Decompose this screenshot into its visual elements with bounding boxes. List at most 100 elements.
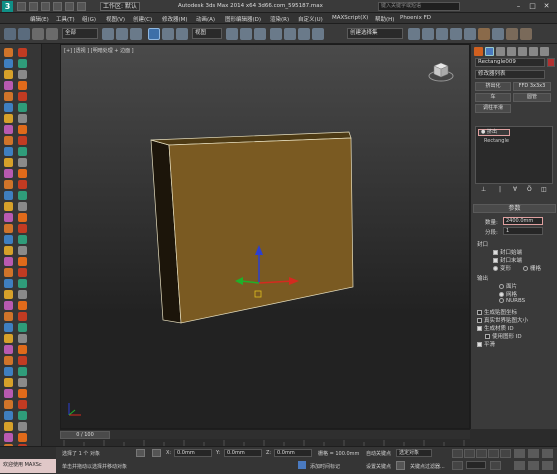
menu-edit[interactable]: 编辑(E) (30, 15, 49, 23)
modifier-list-dropdown[interactable]: 修改器列表 (475, 70, 545, 79)
ffd-button[interactable]: FFD 3x3x3 (513, 82, 551, 91)
workspace-dropdown[interactable]: 工作区: 默认 (100, 2, 140, 11)
lathe-button[interactable]: 圆管 (513, 93, 551, 102)
left-toolbar-tool-icon[interactable] (4, 235, 13, 244)
left-toolbar-tool-icon[interactable] (4, 103, 13, 112)
left-toolbar-tool-icon[interactable] (4, 268, 13, 277)
z-coord-field[interactable]: 0.0mm (274, 449, 312, 457)
align-icon[interactable] (422, 28, 434, 40)
cap-end-checkbox[interactable]: 封口末端 (493, 256, 522, 264)
segments-input[interactable]: 1 (503, 227, 543, 235)
viewcube-icon[interactable] (428, 58, 454, 84)
left-toolbar-tool-icon[interactable] (18, 169, 27, 178)
left-toolbar-tool-icon[interactable] (18, 125, 27, 134)
object-color-swatch[interactable] (547, 58, 555, 67)
extra-tab-icon[interactable] (540, 47, 549, 56)
create-tab-icon[interactable] (474, 47, 483, 56)
left-toolbar-tool-icon[interactable] (18, 290, 27, 299)
snap-toggle-icon[interactable] (270, 28, 282, 40)
motion-tab-icon[interactable] (507, 47, 516, 56)
left-toolbar-tool-icon[interactable] (4, 81, 13, 90)
link-icon[interactable] (32, 28, 44, 40)
menu-animation[interactable]: 动画(A) (196, 15, 215, 23)
search-input[interactable]: 键入关键字或短语 (378, 2, 460, 11)
perspective-viewport[interactable]: [+] [透视 ] [明暗处理 + 边面 ] (60, 44, 470, 429)
left-toolbar-tool-icon[interactable] (4, 114, 13, 123)
zoom-all-icon[interactable] (528, 449, 539, 458)
left-toolbar-tool-icon[interactable] (4, 345, 13, 354)
schematic-view-icon[interactable] (464, 28, 476, 40)
app-logo-icon[interactable]: 3 (2, 1, 13, 12)
undo-toolbar-icon[interactable] (4, 28, 16, 40)
left-toolbar-tool-icon[interactable] (18, 70, 27, 79)
left-toolbar-tool-icon[interactable] (18, 334, 27, 343)
add-time-tag[interactable]: 添加时间标记 (310, 463, 340, 470)
left-toolbar-tool-icon[interactable] (4, 59, 13, 68)
left-toolbar-tool-icon[interactable] (18, 180, 27, 189)
display-tab-icon[interactable] (518, 47, 527, 56)
mini-listener-top[interactable] (0, 447, 56, 459)
left-toolbar-tool-icon[interactable] (18, 48, 27, 57)
left-toolbar-tool-icon[interactable] (4, 169, 13, 178)
left-toolbar-tool-icon[interactable] (4, 433, 13, 442)
current-frame-field[interactable] (466, 461, 486, 469)
left-toolbar-tool-icon[interactable] (4, 158, 13, 167)
show-end-result-icon[interactable]: | (499, 186, 501, 193)
left-toolbar-tool-icon[interactable] (18, 136, 27, 145)
selected-objects-dropdown[interactable]: 选定对象 (396, 449, 432, 457)
redo-icon[interactable] (65, 2, 74, 11)
stack-item-rectangle[interactable]: Rectangle (484, 138, 509, 144)
left-toolbar-tool-icon[interactable] (18, 356, 27, 365)
hierarchy-tab-icon[interactable] (496, 47, 505, 56)
reference-coordinate-dropdown[interactable]: 视图 (192, 28, 222, 39)
left-toolbar-tool-icon[interactable] (18, 158, 27, 167)
redo-toolbar-icon[interactable] (18, 28, 30, 40)
left-toolbar-tool-icon[interactable] (4, 301, 13, 310)
render-setup-icon[interactable] (492, 28, 504, 40)
left-toolbar-tool-icon[interactable] (18, 367, 27, 376)
zoom-icon[interactable] (514, 449, 525, 458)
menu-modifiers[interactable]: 修改器(M) (162, 15, 188, 23)
use-shape-ids-checkbox[interactable]: 使用图形 ID (485, 332, 522, 340)
fov-icon[interactable] (514, 461, 525, 470)
left-toolbar-tool-icon[interactable] (4, 279, 13, 288)
curve-editor-icon[interactable] (450, 28, 462, 40)
left-toolbar-tool-icon[interactable] (4, 334, 13, 343)
left-toolbar-tool-icon[interactable] (4, 312, 13, 321)
select-by-name-icon[interactable] (116, 28, 128, 40)
left-toolbar-tool-icon[interactable] (18, 268, 27, 277)
left-toolbar-tool-icon[interactable] (4, 411, 13, 420)
left-toolbar-tool-icon[interactable] (4, 191, 13, 200)
menu-phoenix-fd[interactable]: Phoenix FD (400, 15, 431, 21)
left-toolbar-tool-icon[interactable] (18, 191, 27, 200)
time-tag-icon[interactable] (298, 461, 306, 469)
left-toolbar-tool-icon[interactable] (18, 235, 27, 244)
play-icon[interactable] (476, 449, 487, 458)
rotate-tool-icon[interactable] (162, 28, 174, 40)
selection-filter-dropdown[interactable]: 全部 (62, 28, 98, 39)
left-toolbar-tool-icon[interactable] (18, 400, 27, 409)
percent-snap-icon[interactable] (298, 28, 310, 40)
x-coord-field[interactable]: 0.0mm (174, 449, 212, 457)
left-toolbar-tool-icon[interactable] (4, 180, 13, 189)
object-name-field[interactable]: Rectangle009 (475, 58, 545, 67)
new-file-icon[interactable] (17, 2, 26, 11)
left-toolbar-tool-icon[interactable] (18, 312, 27, 321)
left-toolbar-tool-icon[interactable] (18, 301, 27, 310)
orbit-icon[interactable] (542, 461, 553, 470)
menu-rendering[interactable]: 渲染(R) (270, 15, 289, 23)
material-editor-icon[interactable] (478, 28, 490, 40)
gen-mat-ids-checkbox[interactable]: 生成材质 ID (477, 324, 514, 332)
key-filters-button[interactable]: 关键点过滤器... (410, 463, 445, 470)
morph-radio[interactable]: 变形 (493, 264, 511, 272)
save-file-icon[interactable] (41, 2, 50, 11)
left-toolbar-tool-icon[interactable] (18, 224, 27, 233)
left-toolbar-tool-icon[interactable] (4, 323, 13, 332)
time-slider-thumb[interactable]: 0 / 100 (60, 431, 110, 439)
maxscript-listener[interactable]: 欢迎使用 MAXSc (0, 459, 56, 473)
spinner-snap-icon[interactable] (312, 28, 324, 40)
scale-tool-icon[interactable] (176, 28, 188, 40)
left-toolbar-tool-icon[interactable] (4, 389, 13, 398)
output-patch-radio[interactable]: 面片 (499, 282, 517, 290)
menu-group[interactable]: 组(G) (82, 15, 96, 23)
